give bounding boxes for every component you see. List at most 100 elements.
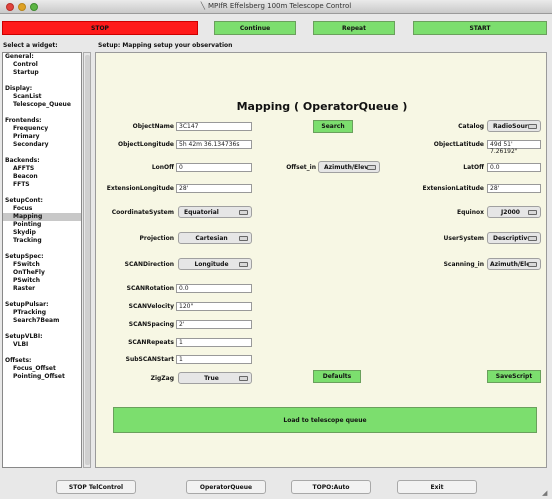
lon-off-label: LonOff <box>151 164 174 171</box>
lat-off-label: LatOff <box>463 164 484 171</box>
sidebar-item-pointing-offset[interactable]: Pointing_Offset <box>3 373 81 381</box>
setup-description: Setup: Mapping setup your observation <box>98 42 233 49</box>
projection-label: Projection <box>139 235 174 242</box>
sidebar-item-ptracking[interactable]: PTracking <box>3 309 81 317</box>
object-name-field[interactable]: 3C147 <box>176 122 252 131</box>
select-widget-label: Select a widget: <box>3 42 58 49</box>
continue-button[interactable]: Continue <box>214 21 296 35</box>
scrollbar-thumb[interactable] <box>85 55 90 465</box>
group-offsets: Offsets: <box>5 357 32 364</box>
extension-latitude-label: ExtensionLatitude <box>422 185 485 192</box>
dropdown-arrow-icon <box>528 261 537 267</box>
user-system-label: UserSystem <box>443 235 484 242</box>
scan-rotation-field[interactable]: 0.0 <box>176 284 252 293</box>
coordinate-system-label: CoordinateSystem <box>111 209 174 216</box>
scan-rotation-label: SCANRotation <box>126 285 174 292</box>
sidebar-item-primary[interactable]: Primary <box>3 133 81 141</box>
sidebar-item-pointing[interactable]: Pointing <box>3 221 81 229</box>
sidebar-item-skydip[interactable]: Skydip <box>3 229 81 237</box>
extension-latitude-field[interactable]: 28' <box>487 184 541 193</box>
dropdown-arrow-icon <box>528 123 537 129</box>
defaults-button[interactable]: Defaults <box>313 370 361 383</box>
sidebar-item-fswitch[interactable]: FSwitch <box>3 261 81 269</box>
coordinate-system-dropdown[interactable]: Equatorial <box>178 206 252 218</box>
object-latitude-label: ObjectLatitude <box>433 141 484 148</box>
sidebar-item-vlbi[interactable]: VLBI <box>3 341 81 349</box>
sidebar-item-affts[interactable]: AFFTS <box>3 165 81 173</box>
sidebar-item-secondary[interactable]: Secondary <box>3 141 81 149</box>
catalog-label: Catalog <box>458 123 484 130</box>
load-to-queue-button[interactable]: Load to telescope queue <box>113 407 537 433</box>
scan-repeats-field[interactable]: 1 <box>176 338 252 347</box>
subscan-start-field[interactable]: 1 <box>176 355 252 364</box>
offset-in-dropdown[interactable]: Azimuth/Elevation <box>318 161 380 173</box>
sidebar-item-beacon[interactable]: Beacon <box>3 173 81 181</box>
dropdown-arrow-icon <box>239 375 248 381</box>
widget-list: General: Control Startup Display: ScanLi… <box>2 52 82 468</box>
topo-auto-button[interactable]: TOPO:Auto <box>291 480 371 494</box>
zigzag-label: ZigZag <box>150 375 174 382</box>
equinox-label: Equinox <box>457 209 484 216</box>
search-button[interactable]: Search <box>313 120 353 133</box>
sidebar-item-scanlist[interactable]: ScanList <box>3 93 81 101</box>
offset-in-label: Offset_in <box>286 164 316 171</box>
group-setuppulsar: SetupPulsar: <box>5 301 49 308</box>
sidebar-item-telescope-queue[interactable]: Telescope_Queue <box>3 101 81 109</box>
lon-off-field[interactable]: 0 <box>176 163 252 172</box>
stop-button[interactable]: STOP <box>2 21 198 35</box>
save-script-button[interactable]: SaveScript <box>487 370 541 383</box>
sidebar-item-focus-offset[interactable]: Focus_Offset <box>3 365 81 373</box>
stop-telcontrol-button[interactable]: STOP TelControl <box>56 480 136 494</box>
dropdown-arrow-icon <box>528 209 537 215</box>
dropdown-arrow-icon <box>239 209 248 215</box>
panel-title: Mapping ( OperatorQueue ) <box>236 100 408 113</box>
scan-velocity-label: SCANVelocity <box>128 303 174 310</box>
equinox-dropdown[interactable]: J2000 <box>487 206 541 218</box>
extension-longitude-field[interactable]: 28' <box>176 184 252 193</box>
sidebar-item-frequency[interactable]: Frequency <box>3 125 81 133</box>
scan-velocity-field[interactable]: 120" <box>176 302 252 311</box>
projection-dropdown[interactable]: Cartesian <box>178 232 252 244</box>
object-longitude-field[interactable]: 5h 42m 36.134736s <box>176 140 252 149</box>
scan-repeats-label: SCANRepeats <box>128 339 174 346</box>
sidebar-item-control[interactable]: Control <box>3 61 81 69</box>
dropdown-arrow-icon <box>528 235 537 241</box>
group-setupvlbi: SetupVLBI: <box>5 333 43 340</box>
group-backends: Backends: <box>5 157 40 164</box>
sidebar-item-pswitch[interactable]: PSwitch <box>3 277 81 285</box>
extension-longitude-label: ExtensionLongitude <box>106 185 174 192</box>
scan-direction-dropdown[interactable]: Longitude <box>178 258 252 270</box>
scan-spacing-field[interactable]: 2' <box>176 320 252 329</box>
window-title-container: ╲ MPIfR Effelsberg 100m Telescope Control <box>0 2 552 10</box>
object-latitude-field[interactable]: 49d 51' 7.26192" <box>487 140 541 155</box>
sidebar-item-mapping[interactable]: Mapping <box>3 213 81 221</box>
sidebar-scrollbar[interactable] <box>83 52 91 468</box>
subscan-start-label: SubSCANStart <box>125 356 174 363</box>
sidebar-item-onthefly[interactable]: OnTheFly <box>3 269 81 277</box>
scanning-in-dropdown[interactable]: Azimuth/Elevation <box>487 258 541 270</box>
object-longitude-label: ObjectLongitude <box>117 141 174 148</box>
group-setupcont: SetupCont: <box>5 197 43 204</box>
sidebar-item-tracking[interactable]: Tracking <box>3 237 81 245</box>
user-system-dropdown[interactable]: Descriptive <box>487 232 541 244</box>
lat-off-field[interactable]: 0.0 <box>487 163 541 172</box>
sidebar-item-focus[interactable]: Focus <box>3 205 81 213</box>
group-frontends: Frontends: <box>5 117 42 124</box>
sidebar-item-search7beam[interactable]: Search7Beam <box>3 317 81 325</box>
group-setupspec: SetupSpec: <box>5 253 44 260</box>
resize-grip-icon[interactable]: ◢ <box>542 489 550 497</box>
sidebar-item-ffts[interactable]: FFTS <box>3 181 81 189</box>
start-button[interactable]: START <box>413 21 547 35</box>
dropdown-arrow-icon <box>239 235 248 241</box>
scanning-in-label: Scanning_in <box>443 261 484 268</box>
group-general: General: <box>5 53 34 60</box>
group-display: Display: <box>5 85 33 92</box>
catalog-dropdown[interactable]: RadioSources <box>487 120 541 132</box>
sidebar-item-raster[interactable]: Raster <box>3 285 81 293</box>
repeat-button[interactable]: Repeat <box>313 21 395 35</box>
exit-button[interactable]: Exit <box>397 480 477 494</box>
sidebar-item-startup[interactable]: Startup <box>3 69 81 77</box>
window-title: MPIfR Effelsberg 100m Telescope Control <box>207 2 352 10</box>
operator-queue-button[interactable]: OperatorQueue <box>186 480 266 494</box>
zigzag-dropdown[interactable]: True <box>178 372 252 384</box>
